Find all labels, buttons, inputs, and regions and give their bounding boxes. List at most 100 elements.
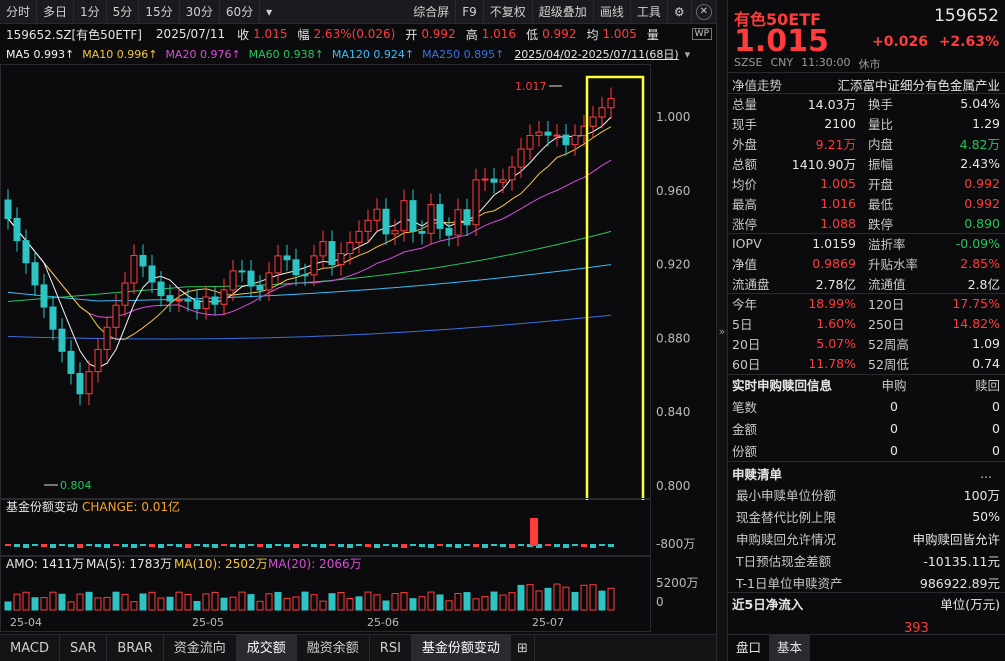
- candle-body: [176, 300, 182, 301]
- tab-orderbook[interactable]: 盘口: [728, 635, 769, 661]
- amo-bar: [536, 591, 542, 610]
- fund-bar: [68, 544, 74, 547]
- list-value: 50%: [972, 509, 1000, 524]
- fund-bar: [158, 544, 164, 548]
- amo-bar: [482, 597, 488, 610]
- candle-body: [419, 231, 425, 233]
- candle-body: [347, 242, 353, 253]
- low-label: 低: [516, 26, 538, 43]
- period-2[interactable]: 1分: [74, 0, 107, 24]
- period-0[interactable]: 分时: [0, 0, 37, 24]
- stat-value-2: 0.992: [926, 176, 1000, 191]
- period-1[interactable]: 多日: [37, 0, 74, 24]
- fund-bar: [59, 544, 65, 546]
- period-5[interactable]: 30分: [180, 0, 220, 24]
- candle-body: [131, 255, 137, 283]
- date-range[interactable]: 2025/04/02-2025/07/11(68日): [504, 46, 678, 62]
- indicator-tab-1[interactable]: SAR: [60, 635, 107, 661]
- high-label: 高: [456, 26, 478, 43]
- candle-body: [590, 117, 596, 126]
- indicator-tab-6[interactable]: RSI: [370, 635, 412, 661]
- change-value: 2.63%(0.026): [309, 27, 395, 41]
- period-4[interactable]: 15分: [139, 0, 179, 24]
- date-axis-label: 25-06: [367, 616, 399, 629]
- indicator-tab-0[interactable]: MACD: [0, 635, 60, 661]
- gear-icon[interactable]: ⚙: [668, 0, 692, 24]
- indicator-tab-7[interactable]: 基金份额变动: [412, 635, 511, 661]
- candle-body: [257, 286, 263, 290]
- fund-bar: [302, 544, 308, 546]
- candle-body: [608, 99, 614, 108]
- fund-share-chart[interactable]: 基金份额变动CHANGE: 0.01亿-800万: [0, 498, 716, 556]
- tab-basic[interactable]: 基本: [769, 635, 810, 661]
- fund-title: 基金份额变动: [6, 499, 78, 514]
- stat-label: 流通盘: [732, 274, 776, 293]
- market-label: SZSE: [734, 56, 762, 72]
- fund-bar: [356, 544, 362, 546]
- amo-bar: [149, 592, 155, 610]
- open-label: 开: [395, 26, 417, 43]
- amo-bar: [383, 601, 389, 610]
- toolbar-item-1[interactable]: F9: [456, 0, 484, 24]
- amo-bar: [347, 599, 353, 610]
- candle-body: [221, 290, 227, 304]
- fund-bar: [212, 544, 218, 548]
- range-dropdown-icon[interactable]: ▾: [679, 48, 691, 61]
- amo-bar: [455, 593, 461, 610]
- candle-body: [50, 307, 56, 329]
- price-axis-label: 0.960: [656, 184, 690, 198]
- amo-bar: [338, 592, 344, 610]
- period-6[interactable]: 60分: [220, 0, 260, 24]
- candle-body: [320, 242, 326, 256]
- toolbar-item-4[interactable]: 画线: [594, 0, 631, 24]
- fund-bar: [401, 544, 407, 548]
- toolbar-item-0[interactable]: 综合屏: [407, 0, 456, 24]
- close-icon[interactable]: ✕: [696, 4, 712, 20]
- price-axis-label: 0.800: [656, 479, 690, 493]
- amo-bar: [122, 594, 128, 610]
- amo-bar: [500, 595, 506, 610]
- amo-bar: [419, 597, 425, 610]
- fund-bar: [284, 544, 290, 547]
- stat-label-2: 250日: [860, 314, 926, 333]
- nav-trend-label[interactable]: 净值走势: [732, 75, 782, 94]
- toolbar-item-2[interactable]: 不复权: [484, 0, 533, 24]
- candle-body: [86, 372, 92, 394]
- nav-trend-row[interactable]: 净值走势 汇添富中证细分有色金属产业: [732, 74, 1000, 94]
- low-annotation: 0.804: [60, 479, 92, 492]
- last-price: 1.015: [734, 24, 829, 59]
- amo-axis-zero: 0: [656, 595, 664, 609]
- candle-body: [464, 210, 470, 225]
- period-3[interactable]: 5分: [107, 0, 140, 24]
- fund-bar: [320, 544, 326, 548]
- toolbar-item-3[interactable]: 超级叠加: [533, 0, 594, 24]
- wp-badge[interactable]: WP: [692, 28, 712, 40]
- list-more-icon[interactable]: ...: [980, 466, 1000, 481]
- candlestick-chart[interactable]: 1.0000.9600.9200.8800.8400.8001.0170.804: [0, 64, 716, 500]
- indicator-tab-3[interactable]: 资金流向: [164, 635, 237, 661]
- amo-bar: [23, 592, 29, 610]
- amo-bar: [293, 597, 299, 610]
- list-row: T-1日单位申赎资产986922.89元: [732, 572, 1000, 592]
- stat-value-2: 2.8亿: [926, 274, 1000, 293]
- indicator-tab-2[interactable]: BRAR: [107, 635, 163, 661]
- amount-chart[interactable]: AMO: 1411万MA(5): 1783万MA(10): 2502万MA(20…: [0, 556, 716, 632]
- amo-bar: [356, 597, 362, 610]
- candle-body: [149, 266, 155, 282]
- panel-tabs: 盘口 基本: [728, 634, 1005, 661]
- collapse-icon[interactable]: »: [716, 322, 728, 342]
- indicator-tab-4[interactable]: 成交额: [237, 635, 297, 661]
- realtime-row: 金额00: [732, 418, 1000, 438]
- candle-body: [428, 205, 434, 234]
- fund-bar: [257, 544, 263, 547]
- plus-icon[interactable]: ⊞: [511, 635, 535, 661]
- amo-bar: [140, 594, 146, 610]
- candle-body: [140, 255, 146, 266]
- caret-down-icon[interactable]: ▾: [260, 0, 278, 24]
- toolbar-item-5[interactable]: 工具: [631, 0, 668, 24]
- amo-bar: [374, 595, 380, 610]
- list-row: T日预估现金差额-10135.11元: [732, 550, 1000, 570]
- stats-row: 均价1.005开盘0.992: [732, 173, 1000, 193]
- price-change: +0.026: [872, 34, 928, 50]
- indicator-tab-5[interactable]: 融资余额: [297, 635, 370, 661]
